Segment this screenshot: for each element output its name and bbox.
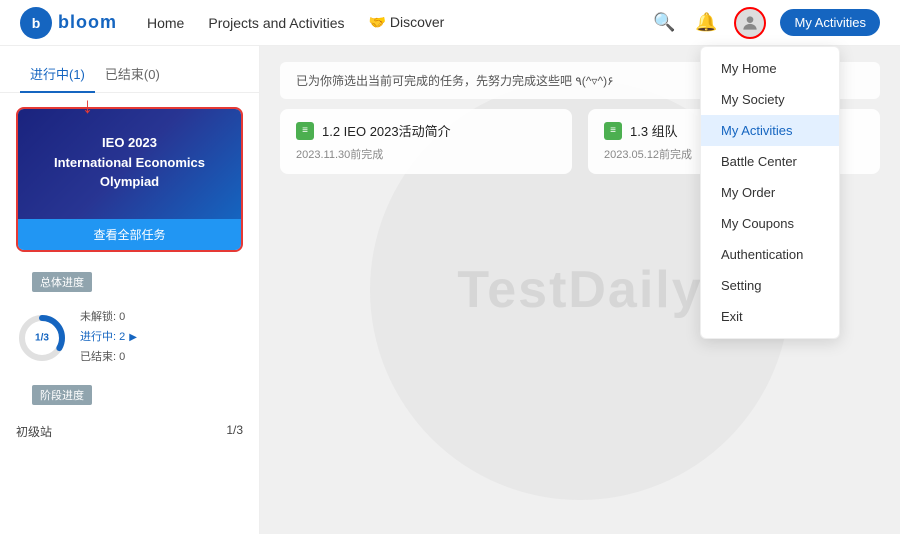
arrow-indicator: ↓: [82, 93, 93, 119]
circle-label: 1/3: [35, 332, 49, 343]
phase-label-wrapper: 阶段进度: [16, 375, 243, 411]
avatar-button[interactable]: [734, 7, 766, 39]
watermark-text: TestDaily: [457, 260, 702, 320]
overall-label-wrapper: 总体进度: [16, 262, 243, 298]
task-icon-2: ≡: [604, 122, 622, 140]
dropdown-my-order[interactable]: My Order: [701, 177, 839, 208]
dropdown-setting[interactable]: Setting: [701, 270, 839, 301]
dropdown-my-society[interactable]: My Society: [701, 84, 839, 115]
task-title-2: 1.3 组队: [630, 121, 678, 140]
dropdown-exit[interactable]: Exit: [701, 301, 839, 332]
tab-ended[interactable]: 已结束(0): [95, 54, 170, 93]
overall-progress-label: 总体进度: [32, 272, 92, 292]
task-title-1: 1.2 IEO 2023活动简介: [322, 121, 451, 140]
progress-section: 1/3 未解锁: 0 进行中: 2 ▶ 已结束: 0: [16, 300, 243, 375]
nav: Home Projects and Activities 🤝 Discover: [147, 14, 650, 31]
header: b bloom Home Projects and Activities 🤝 D…: [0, 0, 900, 46]
nav-discover[interactable]: 🤝 Discover: [369, 14, 445, 31]
task-card-1[interactable]: ≡ 1.2 IEO 2023活动简介 2023.11.30前完成: [280, 109, 572, 174]
dropdown-my-coupons[interactable]: My Coupons: [701, 208, 839, 239]
dropdown-my-home[interactable]: My Home: [701, 53, 839, 84]
nav-projects[interactable]: Projects and Activities: [208, 15, 344, 31]
header-right: 🔍 🔔 My Activities: [650, 7, 880, 39]
dropdown-battle-center[interactable]: Battle Center: [701, 146, 839, 177]
card-background: IEO 2023 International Economics Olympia…: [18, 109, 241, 219]
task-date-1: 2023.11.30前完成: [296, 146, 556, 162]
dropdown-my-activities[interactable]: My Activities: [701, 115, 839, 146]
card-title: IEO 2023 International Economics Olympia…: [34, 133, 225, 192]
tab-in-progress[interactable]: 进行中(1): [20, 54, 95, 93]
stat-in-progress: 进行中: 2 ▶: [80, 328, 137, 348]
logo-icon: b: [20, 7, 52, 39]
phase-progress-label: 阶段进度: [32, 385, 92, 405]
search-icon[interactable]: 🔍: [650, 9, 678, 37]
sidebar-tabs: 进行中(1) 已结束(0): [0, 54, 259, 93]
notification-icon[interactable]: 🔔: [692, 9, 720, 37]
circle-progress: 1/3: [16, 312, 68, 364]
progress-stats: 未解锁: 0 进行中: 2 ▶ 已结束: 0: [80, 308, 137, 367]
nav-home[interactable]: Home: [147, 15, 184, 31]
dropdown-menu: My Home My Society My Activities Battle …: [700, 46, 840, 339]
card-action-btn[interactable]: 查看全部任务: [18, 219, 241, 250]
my-activities-button[interactable]: My Activities: [780, 9, 880, 36]
task-bar-text: 已为你筛选出当前可完成的任务，先努力完成这些吧 ٩(^▿^)۶: [296, 74, 614, 88]
task-header-1: ≡ 1.2 IEO 2023活动简介: [296, 121, 556, 140]
chevron-icon: ▶: [129, 329, 137, 347]
task-icon-1: ≡: [296, 122, 314, 140]
phase-name: 初级站: [16, 423, 52, 440]
stat-ended: 已结束: 0: [80, 348, 137, 368]
phase-section: 初级站 1/3: [16, 413, 243, 450]
sidebar: 进行中(1) 已结束(0) ↓ IEO 2023 International E…: [0, 46, 260, 534]
stat-unlocked: 未解锁: 0: [80, 308, 137, 328]
project-card[interactable]: IEO 2023 International Economics Olympia…: [16, 107, 243, 252]
logo[interactable]: b bloom: [20, 7, 117, 39]
logo-text: bloom: [58, 12, 117, 33]
phase-row: 初级站 1/3: [16, 419, 243, 444]
dropdown-authentication[interactable]: Authentication: [701, 239, 839, 270]
phase-value: 1/3: [226, 423, 243, 440]
